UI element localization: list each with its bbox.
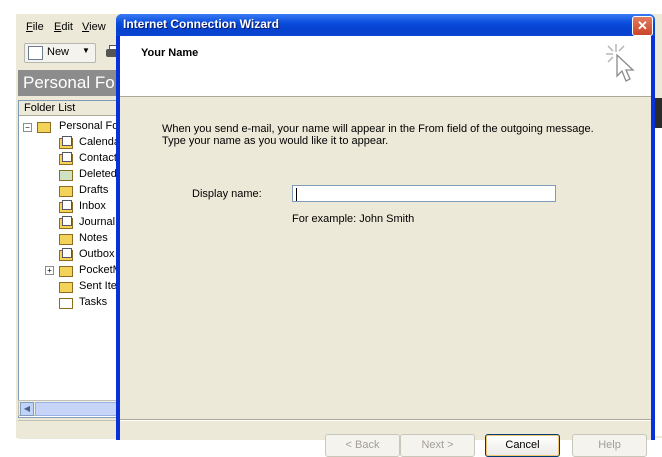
folder-horizontal-scrollbar[interactable]: ◀ [18,400,120,416]
cancel-button[interactable]: Cancel [485,434,560,457]
intro-line-1: When you send e-mail, your name will app… [162,123,594,135]
inbox-folder-icon [59,200,73,213]
status-bar [18,420,118,439]
back-button[interactable]: < Back [325,434,400,457]
tasks-folder-icon [59,296,73,309]
menubar: File Edit View [16,18,126,38]
display-name-input[interactable] [292,185,556,202]
background-window-fragment [654,98,662,128]
pane-title: Personal Fo [18,70,123,96]
personal-folders-icon [37,120,51,133]
help-button[interactable]: Help [572,434,647,457]
next-button[interactable]: Next > [400,434,475,457]
display-name-label: Display name: [192,188,262,200]
collapse-toggle[interactable]: − [23,123,32,132]
wizard-header: Your Name [120,36,651,97]
journal-folder-icon [59,216,73,229]
scroll-left-icon[interactable]: ◀ [20,402,34,416]
drafts-folder-icon [59,184,73,197]
dropdown-arrow-icon[interactable]: ▼ [82,46,90,55]
contacts-folder-icon [59,152,73,165]
new-button-label: New [47,46,70,58]
folder-list-header: Folder List [19,101,119,116]
sent-items-icon [59,280,73,293]
calendar-folder-icon [59,136,73,149]
example-text: For example: John Smith [292,213,415,225]
outbox-folder-icon [59,248,73,261]
expand-toggle[interactable]: + [45,266,54,275]
dialog-body: Your Name When you send e-mail, your nam… [120,36,651,457]
pocketmirror-folder-icon [59,264,73,277]
notes-folder-icon [59,232,73,245]
text-caret [296,188,297,201]
intro-line-2: Type your name as you would like it to a… [162,135,389,147]
deleted-items-icon [59,168,73,181]
dialog-title: Internet Connection Wizard [123,17,279,31]
menu-file[interactable]: File [26,21,44,33]
scroll-thumb[interactable] [35,402,117,416]
new-button[interactable]: New ▼ [24,43,96,63]
close-button[interactable]: ✕ [632,16,653,36]
new-mail-icon [28,46,43,60]
desktop-strip [0,0,662,14]
folder-list-pane: Folder List − Personal Fo Calenda Contac… [18,100,120,418]
toolbar: New ▼ [16,40,126,64]
wizard-cursor-icon [606,44,635,82]
dialog-title-bar[interactable]: Internet Connection Wizard ✕ [116,14,655,36]
menu-edit[interactable]: Edit [54,21,73,33]
internet-connection-wizard-dialog: Internet Connection Wizard ✕ Your Name W… [116,14,655,457]
page-title: Your Name [141,47,199,59]
button-separator [120,419,651,421]
intro-text: When you send e-mail, your name will app… [162,123,602,147]
menu-view[interactable]: View [82,21,106,33]
